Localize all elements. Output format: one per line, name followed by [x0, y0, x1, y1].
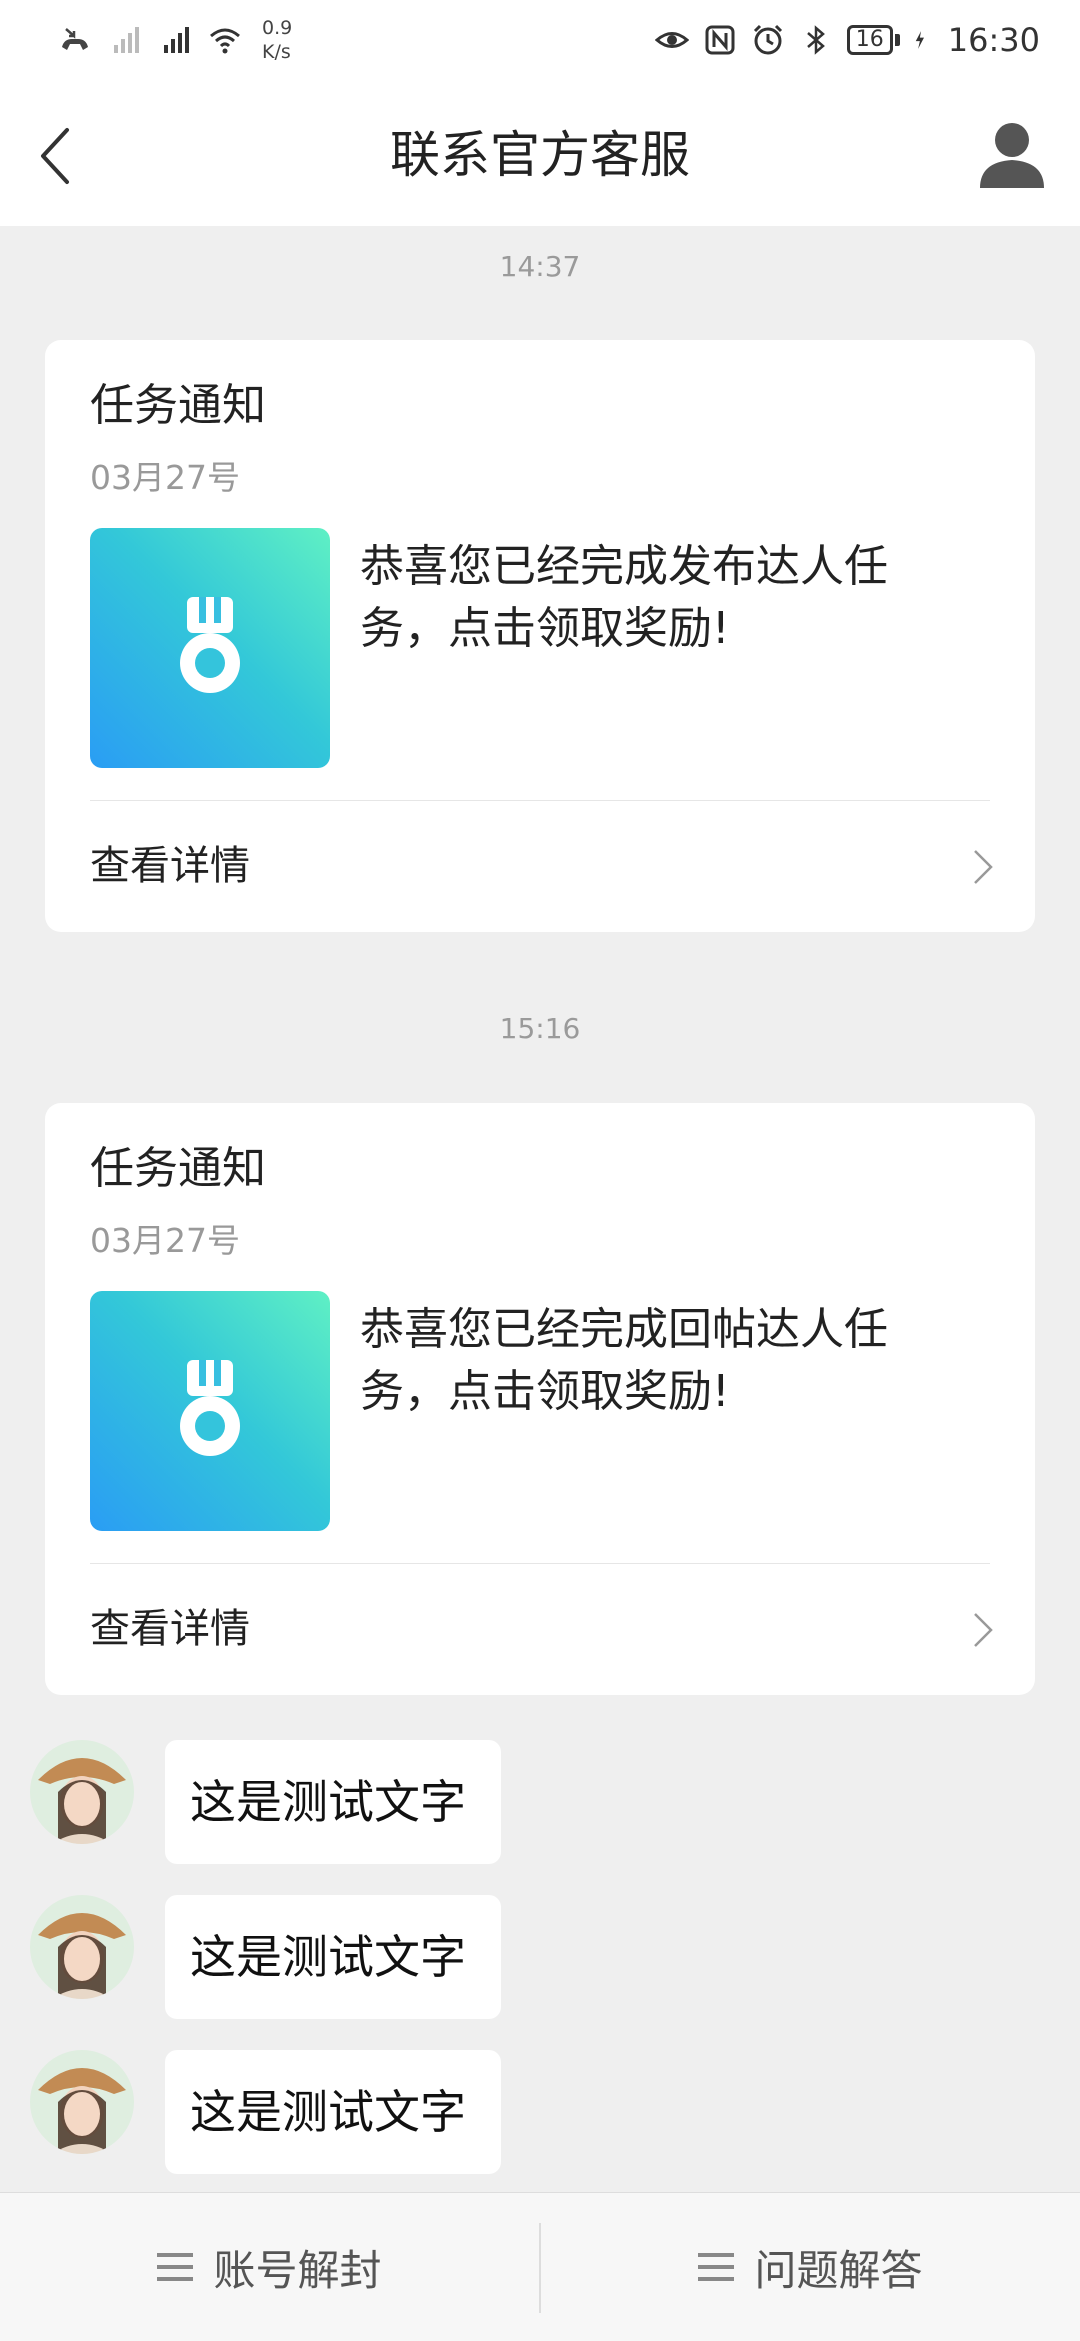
status-bar: 0.9 K/s 16 16:30 — [0, 0, 1080, 80]
chat-bubble[interactable]: 这是测试文字 — [165, 1895, 501, 2019]
card-text: 恭喜您已经完成发布达人任务，点击领取奖励! — [360, 541, 888, 654]
avatar[interactable] — [30, 1740, 134, 1844]
battery-tip — [894, 34, 900, 46]
message-timestamp: 14:37 — [499, 250, 581, 283]
avatar[interactable] — [30, 2050, 134, 2154]
page-title: 联系官方客服 — [390, 126, 690, 184]
net-speed-unit: K/s — [262, 41, 291, 63]
status-right: 16 16:30 — [654, 12, 1040, 68]
avatar-image — [30, 1895, 134, 1999]
chat-message: 这是测试文字 — [30, 1895, 1030, 2021]
net-speed-value: 0.9 — [262, 17, 293, 39]
message-timestamp: 15:16 — [499, 1012, 581, 1045]
charging-icon — [915, 31, 924, 49]
status-left: 0.9 K/s — [58, 10, 292, 70]
unblock-account-label: 账号解封 — [213, 2245, 382, 2295]
menu-icon — [157, 2253, 194, 2281]
battery-icon: 16 — [846, 25, 900, 55]
nfc-icon — [705, 25, 735, 55]
medal-icon — [180, 1360, 240, 1456]
net-speed: 0.9 K/s — [262, 16, 292, 64]
wifi-icon — [210, 28, 240, 54]
chat-bubble[interactable]: 这是测试文字 — [165, 1740, 501, 1864]
view-details-label: 查看详情 — [90, 843, 250, 889]
view-details-label: 查看详情 — [90, 1606, 250, 1652]
chevron-right-icon — [974, 1613, 993, 1647]
chat-message: 这是测试文字 — [30, 2050, 1030, 2176]
5g-signal-icon — [164, 27, 189, 53]
card-date: 03月27号 — [90, 458, 240, 497]
signal-off-icon — [114, 27, 139, 53]
user-icon — [980, 123, 1044, 188]
notification-card: 任务通知 03月27号 恭喜您已经完成回帖达人任务，点击领取奖励! 查看详情 — [45, 1103, 1035, 1695]
avatar-image — [30, 1740, 134, 1844]
nav-bar: 联系官方客服 — [0, 80, 1080, 226]
bottom-bar: 账号解封 问题解答 — [0, 2192, 1080, 2341]
missed-call-icon — [62, 28, 88, 50]
battery-level: 16 — [846, 25, 893, 55]
card-image — [90, 528, 330, 768]
card-title: 任务通知 — [90, 1143, 266, 1194]
chat-message: 这是测试文字 — [30, 1740, 1030, 1866]
bluetooth-icon — [806, 25, 825, 55]
avatar[interactable] — [30, 1895, 134, 1999]
eye-icon — [654, 32, 689, 48]
view-details-link[interactable]: 查看详情 — [45, 1564, 1035, 1695]
alarm-icon — [753, 24, 782, 55]
card-text: 恭喜您已经完成回帖达人任务，点击领取奖励! — [360, 1304, 888, 1417]
card-title: 任务通知 — [90, 380, 266, 431]
clock: 16:30 — [947, 21, 1040, 59]
chevron-right-icon — [974, 850, 993, 884]
card-image — [90, 1291, 330, 1531]
profile-button[interactable] — [974, 116, 1050, 192]
faq-button[interactable]: 问题解答 — [541, 2193, 1080, 2341]
faq-label: 问题解答 — [754, 2245, 923, 2295]
chat-bubble[interactable]: 这是测试文字 — [165, 2050, 501, 2174]
avatar-image — [30, 2050, 134, 2154]
unblock-account-button[interactable]: 账号解封 — [0, 2193, 539, 2341]
medal-icon — [180, 597, 240, 693]
view-details-link[interactable]: 查看详情 — [45, 801, 1035, 932]
card-date: 03月27号 — [90, 1221, 240, 1260]
menu-icon — [698, 2253, 735, 2281]
notification-card: 任务通知 03月27号 恭喜您已经完成发布达人任务，点击领取奖励! 查看详情 — [45, 340, 1035, 932]
